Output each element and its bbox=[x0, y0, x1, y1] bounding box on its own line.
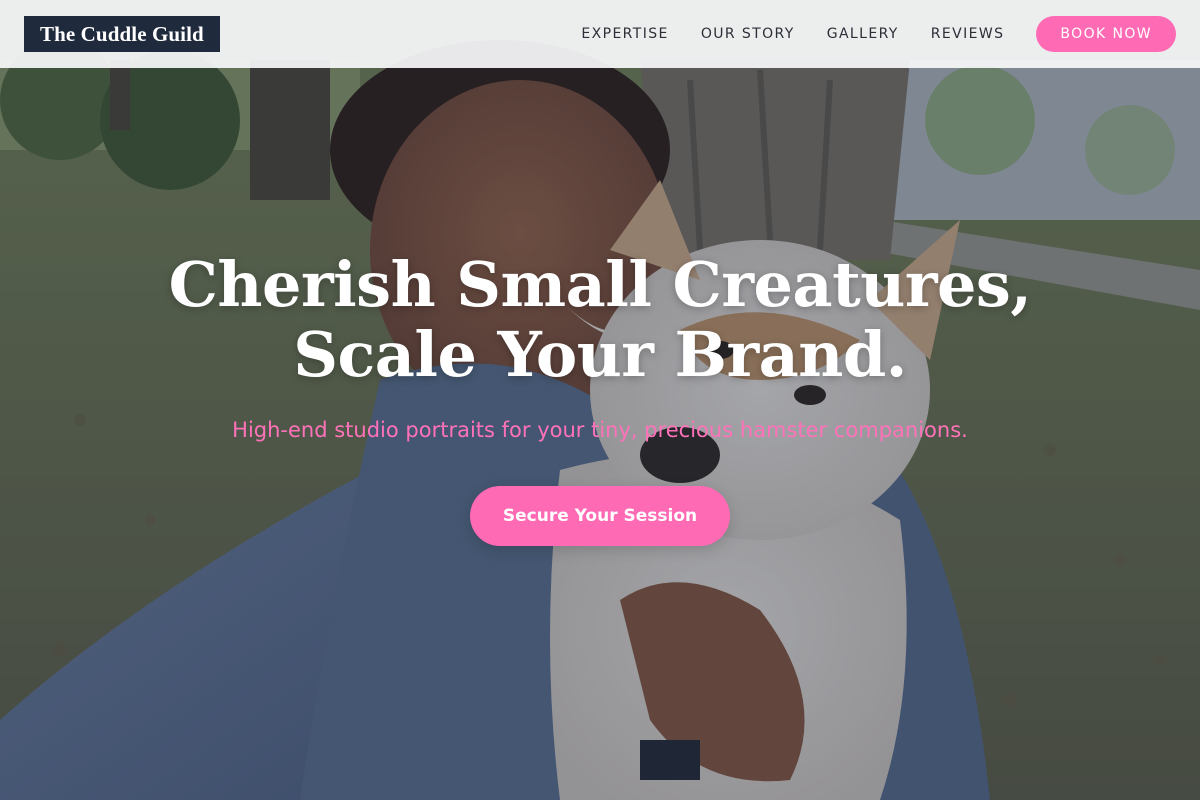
hero-subtitle: High-end studio portraits for your tiny,… bbox=[232, 418, 968, 442]
nav-link-expertise[interactable]: EXPERTISE bbox=[581, 26, 668, 42]
book-now-button[interactable]: BOOK NOW bbox=[1036, 16, 1176, 52]
hero-title: Cherish Small Creatures, Scale Your Bran… bbox=[0, 250, 1200, 390]
hero-title-line-1: Cherish Small Creatures, bbox=[168, 248, 1032, 321]
navbar: The Cuddle Guild EXPERTISE OUR STORY GAL… bbox=[0, 0, 1200, 68]
nav-links: EXPERTISE OUR STORY GALLERY REVIEWS BOOK… bbox=[581, 16, 1176, 52]
hero-title-line-2: Scale Your Brand. bbox=[293, 318, 907, 391]
secure-session-button[interactable]: Secure Your Session bbox=[470, 486, 730, 546]
nav-link-our-story[interactable]: OUR STORY bbox=[701, 26, 795, 42]
site-logo[interactable]: The Cuddle Guild bbox=[24, 16, 220, 52]
hero-content: Cherish Small Creatures, Scale Your Bran… bbox=[0, 250, 1200, 546]
nav-link-reviews[interactable]: REVIEWS bbox=[931, 26, 1005, 42]
nav-link-gallery[interactable]: GALLERY bbox=[827, 26, 899, 42]
